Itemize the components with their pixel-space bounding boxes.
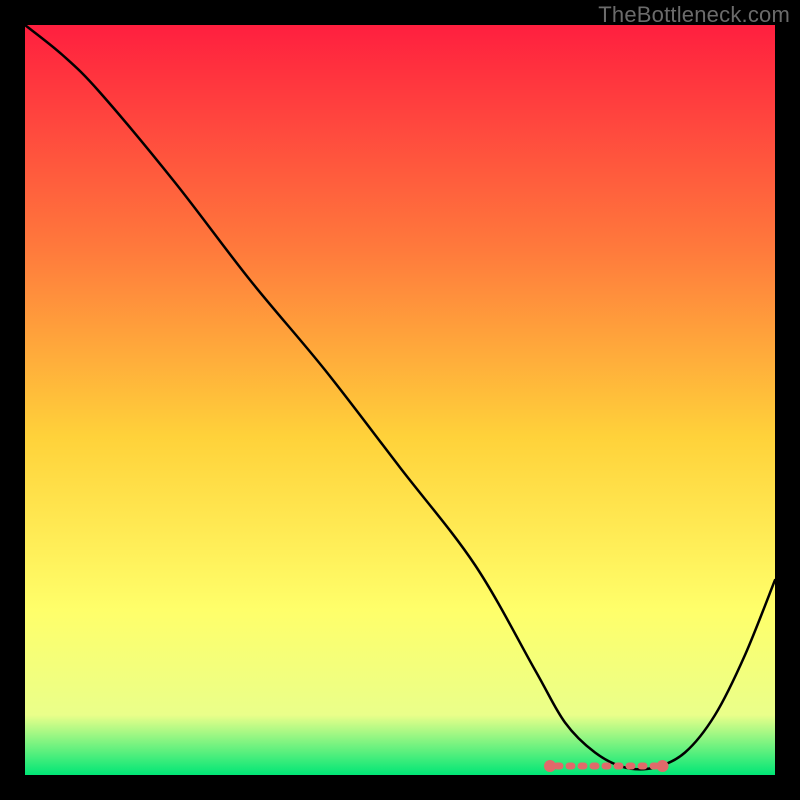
watermark-text: TheBottleneck.com — [598, 2, 790, 28]
bottleneck-chart — [25, 25, 775, 775]
plot-area — [25, 25, 775, 775]
chart-stage: TheBottleneck.com — [0, 0, 800, 800]
